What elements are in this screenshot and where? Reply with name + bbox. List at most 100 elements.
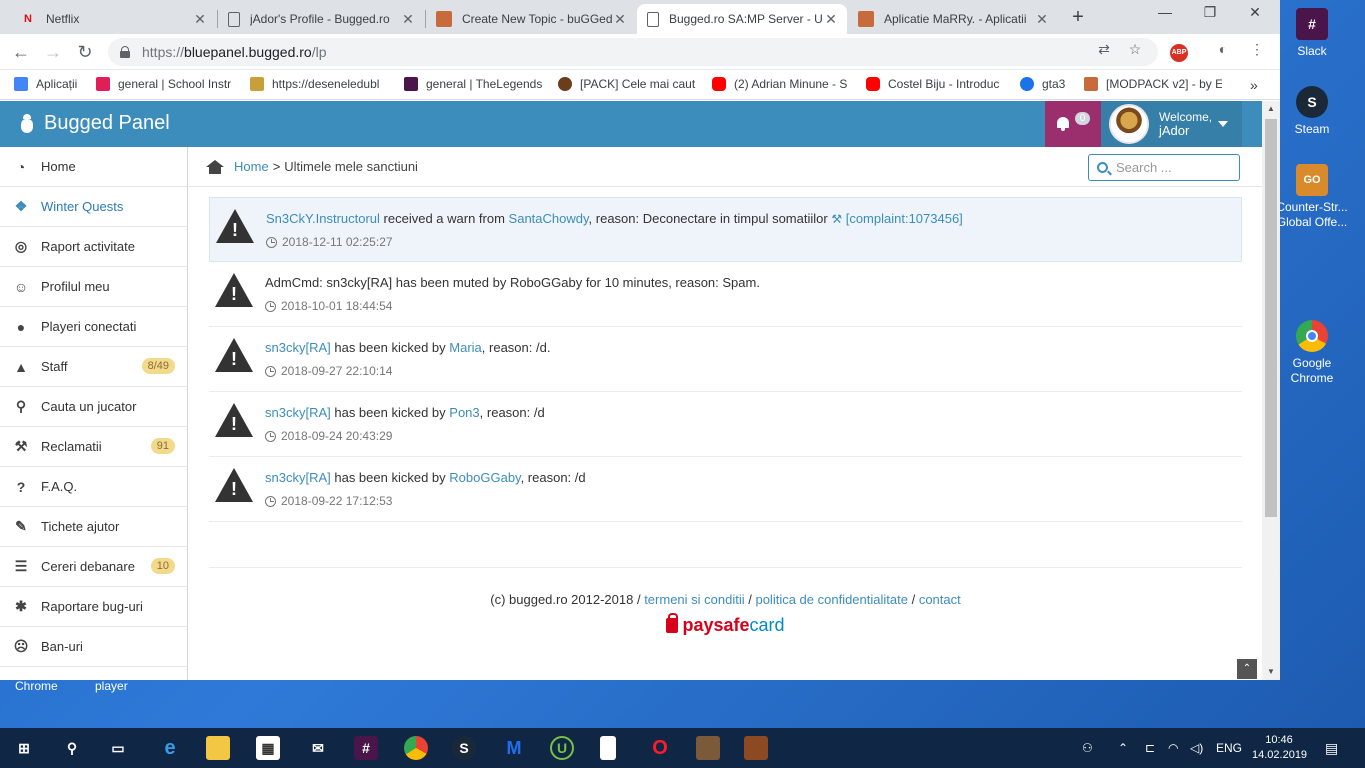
tab-bugged-samp[interactable]: Bugged.ro SA:MP Server - U ✕ bbox=[637, 4, 847, 34]
slack-icon[interactable]: # bbox=[354, 736, 378, 760]
mail-icon[interactable]: ✉ bbox=[306, 736, 330, 760]
brand-logo[interactable]: Bugged Panel bbox=[18, 112, 170, 135]
privacy-link[interactable]: politica de confidentialitate bbox=[755, 592, 908, 607]
admin-link[interactable]: Pon3 bbox=[449, 405, 479, 420]
volume-icon[interactable]: ◁) bbox=[1190, 728, 1203, 768]
back-button[interactable]: ← bbox=[10, 41, 32, 63]
sidebar-item-cauta-jucator[interactable]: ⚲ Cauta un jucator bbox=[0, 387, 187, 427]
clock-icon bbox=[265, 430, 276, 442]
player-link[interactable]: Sn3CkY.Instructorul bbox=[266, 211, 380, 226]
list-item: Sn3CkY.Instructorul received a warn from… bbox=[209, 197, 1242, 262]
bookmark-item[interactable]: [MODPACK v2] - by E bbox=[1084, 77, 1222, 91]
player-link[interactable]: sn3cky[RA] bbox=[265, 340, 331, 355]
sidebar-item-staff[interactable]: ▲ Staff 8/49 bbox=[0, 347, 187, 387]
translate-icon[interactable]: ⇄ bbox=[1095, 40, 1113, 58]
bookmark-item[interactable]: Costel Biju - Introduc bbox=[866, 77, 1004, 91]
bookmarks-overflow-button[interactable]: » bbox=[1250, 77, 1258, 93]
sidebar-item-cereri-debanare[interactable]: ☰ Cereri debanare 10 bbox=[0, 547, 187, 587]
admin-link[interactable]: Maria bbox=[449, 340, 482, 355]
bookmark-apps[interactable]: Aplicații bbox=[14, 77, 94, 91]
user-menu[interactable]: Welcome, jAdor bbox=[1101, 101, 1242, 147]
star-icon[interactable]: ☆ bbox=[1126, 40, 1144, 58]
windows-start-icon[interactable]: ⊞ bbox=[12, 736, 36, 760]
scroll-thumb[interactable] bbox=[1265, 119, 1277, 517]
task-view-icon[interactable]: ▭ bbox=[106, 736, 130, 760]
close-icon[interactable]: ✕ bbox=[192, 11, 208, 28]
chrome-icon[interactable] bbox=[404, 736, 428, 760]
tab-netflix[interactable]: N Netflix ✕ bbox=[10, 4, 216, 34]
reload-button[interactable]: ↻ bbox=[74, 41, 96, 63]
forward-button[interactable]: → bbox=[42, 41, 64, 63]
maximize-button[interactable]: ❐ bbox=[1200, 4, 1220, 21]
admin-link[interactable]: SantaChowdy bbox=[509, 211, 589, 226]
sidebar-item-raportare-bug[interactable]: ✱ Raportare bug-uri bbox=[0, 587, 187, 627]
chevron-up-icon[interactable]: ⌃ bbox=[1118, 728, 1128, 768]
terms-link[interactable]: termeni si conditii bbox=[644, 592, 744, 607]
close-window-button[interactable]: ✕ bbox=[1245, 4, 1265, 21]
close-icon[interactable]: ✕ bbox=[1034, 11, 1050, 28]
close-icon[interactable]: ✕ bbox=[612, 11, 628, 28]
desktop-icon-slack[interactable]: # Slack bbox=[1272, 8, 1352, 59]
notepad-icon[interactable] bbox=[600, 736, 616, 760]
game-icon[interactable] bbox=[744, 736, 768, 760]
extension-icon[interactable]: ◐ bbox=[1214, 40, 1232, 58]
bookmark-item[interactable]: general | TheLegends bbox=[404, 77, 542, 91]
sidebar-item-ban-uri[interactable]: ☹ Ban-uri bbox=[0, 627, 187, 667]
malwarebytes-icon[interactable]: M bbox=[502, 736, 526, 760]
bookmark-item[interactable]: gta3 bbox=[1020, 77, 1090, 91]
sidebar-item-playeri-conectati[interactable]: ● Playeri conectati bbox=[0, 307, 187, 347]
sidebar-item-faq[interactable]: ? F.A.Q. bbox=[0, 467, 187, 507]
notification-center-icon[interactable]: ▤ bbox=[1325, 728, 1338, 768]
contact-link[interactable]: contact bbox=[919, 592, 961, 607]
sidebar-item-tichete-ajutor[interactable]: ✎ Tichete ajutor bbox=[0, 507, 187, 547]
opera-icon[interactable]: O bbox=[648, 736, 672, 760]
steam-icon[interactable]: S bbox=[452, 736, 476, 760]
file-explorer-icon[interactable] bbox=[206, 736, 230, 760]
scroll-down-arrow[interactable]: ▼ bbox=[1262, 664, 1280, 680]
bookmark-item[interactable]: (2) Adrian Minune - S bbox=[712, 77, 850, 91]
edge-icon[interactable]: e bbox=[158, 736, 182, 760]
breadcrumb-separator: > bbox=[272, 159, 281, 174]
network-icon[interactable]: ⊏ bbox=[1145, 728, 1155, 768]
utorrent-icon[interactable]: U bbox=[550, 736, 574, 760]
store-icon[interactable]: ▦ bbox=[256, 736, 280, 760]
sidebar-item-raport-activitate[interactable]: ◎ Raport activitate bbox=[0, 227, 187, 267]
scroll-up-arrow[interactable]: ▲ bbox=[1262, 101, 1280, 117]
bookmark-item[interactable]: general | School Instr bbox=[96, 77, 234, 91]
sidebar-item-reclamatii[interactable]: ⚒ Reclamatii 91 bbox=[0, 427, 187, 467]
close-icon[interactable]: ✕ bbox=[400, 11, 416, 28]
adblock-icon[interactable]: ABP bbox=[1170, 44, 1188, 62]
player-link[interactable]: sn3cky[RA] bbox=[265, 405, 331, 420]
page-scrollbar[interactable]: ▲ ▼ bbox=[1262, 101, 1280, 680]
complaint-link[interactable]: [complaint:1073456] bbox=[846, 211, 963, 226]
desktop-icon-csgo[interactable]: GO Counter-Str... Global Offe... bbox=[1272, 164, 1352, 230]
player-link[interactable]: sn3cky[RA] bbox=[265, 470, 331, 485]
new-tab-button[interactable]: + bbox=[1068, 6, 1088, 29]
breadcrumb-home-link[interactable]: Home bbox=[234, 159, 269, 174]
search-icon[interactable]: ⚲ bbox=[60, 736, 84, 760]
tab-aplicatie[interactable]: Aplicatie MaRRy. - Aplicatii ✕ bbox=[848, 4, 1058, 34]
admin-link[interactable]: RoboGGaby bbox=[449, 470, 520, 485]
address-bar[interactable]: https://bluepanel.bugged.ro/lp bbox=[108, 38, 1158, 66]
search-input[interactable] bbox=[1116, 160, 1231, 175]
minimize-button[interactable]: — bbox=[1155, 4, 1175, 20]
wifi-icon[interactable]: ◠ bbox=[1168, 728, 1178, 768]
desktop-icon-steam[interactable]: S Steam bbox=[1272, 86, 1352, 137]
search-box[interactable] bbox=[1088, 154, 1240, 181]
sidebar-item-winter-quests[interactable]: ❖ Winter Quests bbox=[0, 187, 187, 227]
menu-icon[interactable]: ⋮ bbox=[1248, 40, 1266, 58]
notifications-button[interactable]: 0 bbox=[1045, 101, 1101, 147]
system-clock[interactable]: 10:46 14.02.2019 bbox=[1252, 733, 1307, 763]
people-icon[interactable]: ⚇ bbox=[1082, 728, 1093, 768]
language-indicator[interactable]: ENG bbox=[1216, 728, 1242, 768]
sidebar-item-profilul-meu[interactable]: ☺ Profilul meu bbox=[0, 267, 187, 307]
bookmark-item[interactable]: https://deseneledubl bbox=[250, 77, 388, 91]
tab-profile[interactable]: jAdor's Profile - Bugged.ro ✕ bbox=[218, 4, 424, 34]
tab-create-topic[interactable]: Create New Topic - buGGed ✕ bbox=[426, 4, 636, 34]
sidebar-item-home[interactable]: ◔ Home bbox=[0, 147, 187, 187]
close-icon[interactable]: ✕ bbox=[823, 11, 839, 28]
scroll-to-top-button[interactable]: ⌃ bbox=[1237, 659, 1257, 679]
game-icon[interactable] bbox=[696, 736, 720, 760]
desktop-icon-chrome[interactable]: Google Chrome bbox=[1272, 320, 1352, 386]
bookmark-item[interactable]: [PACK] Cele mai caut bbox=[558, 77, 696, 91]
